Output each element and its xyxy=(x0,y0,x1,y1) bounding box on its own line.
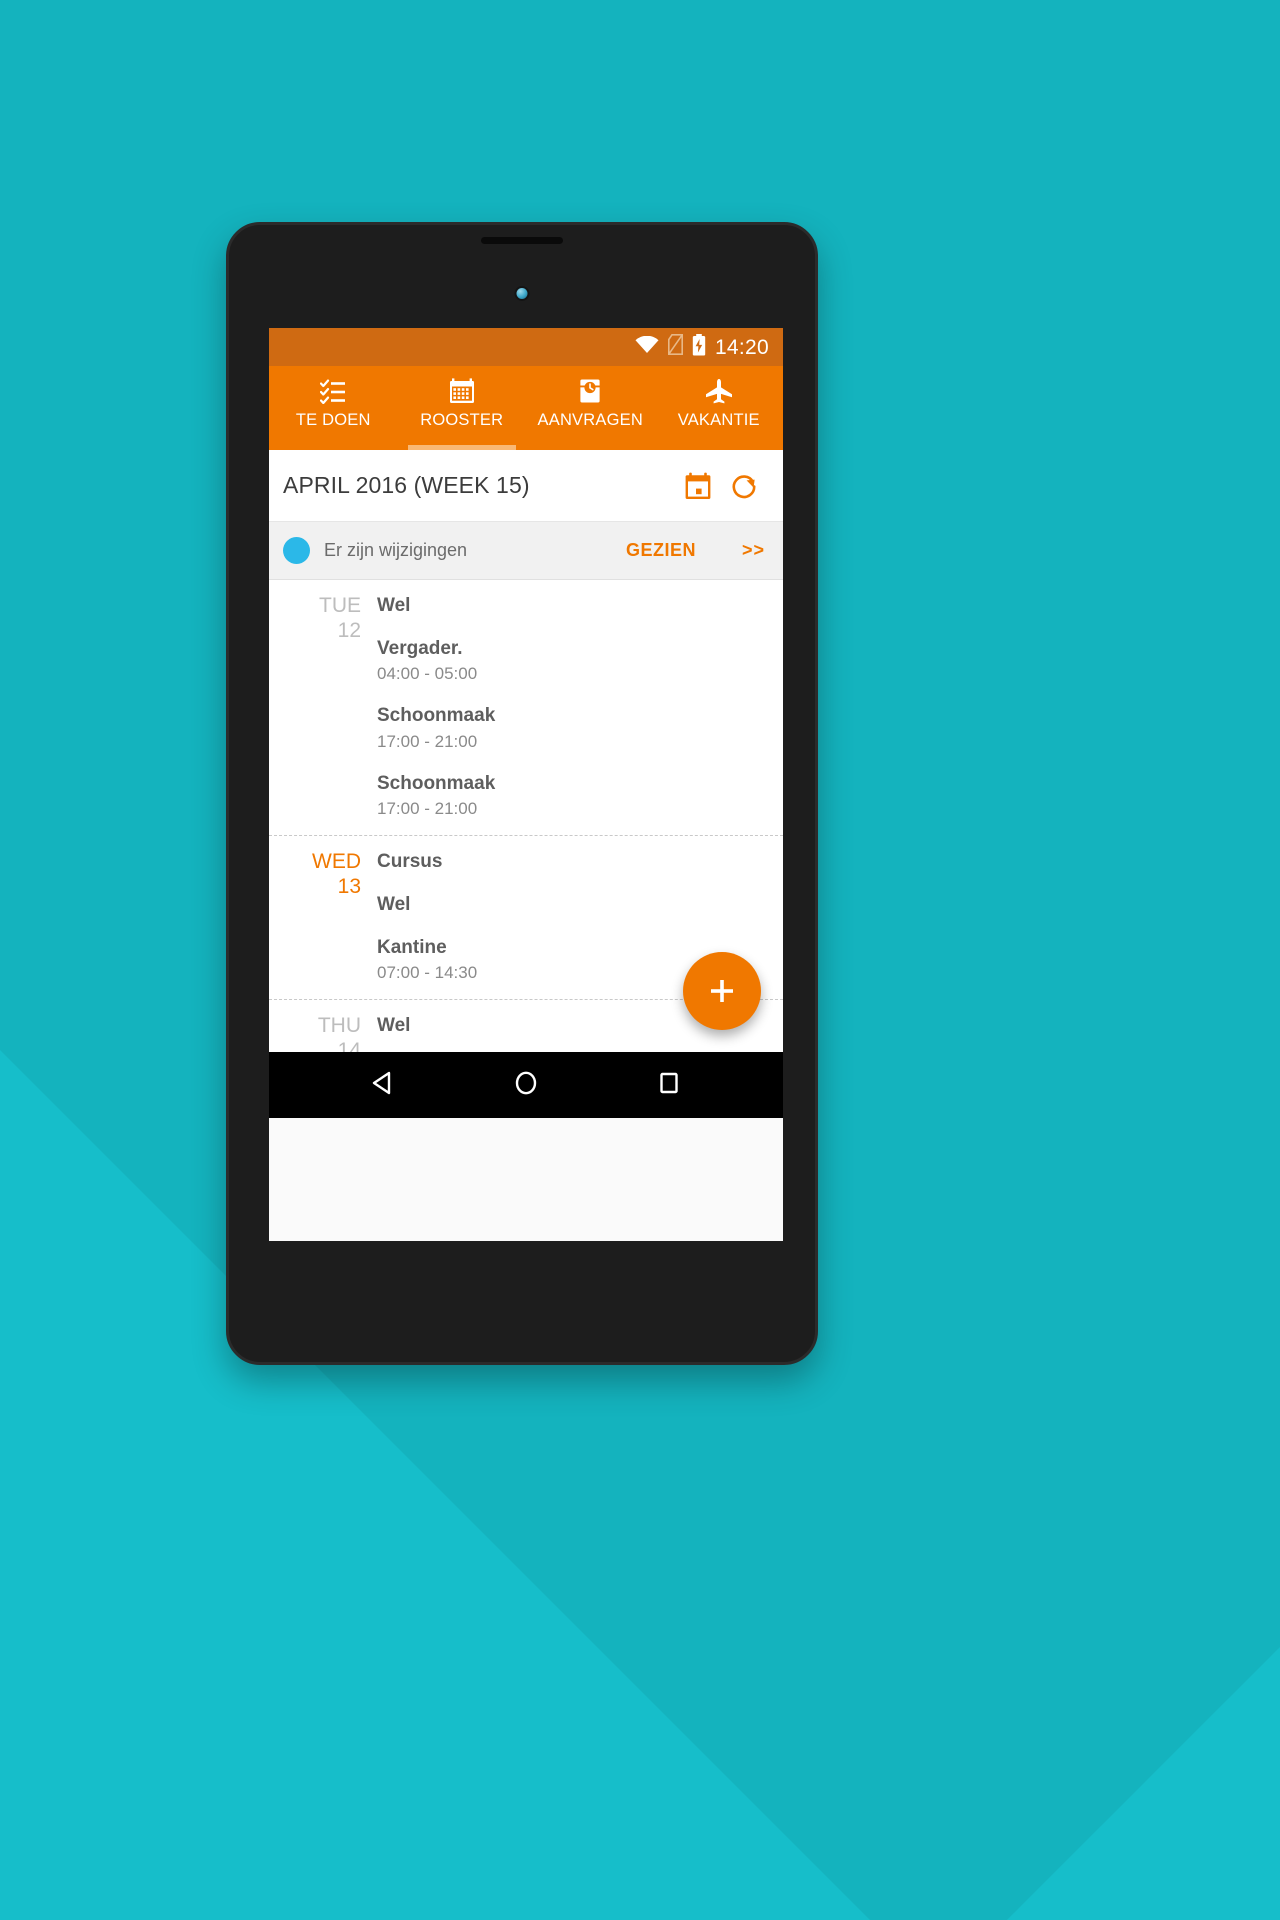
show-more-button[interactable]: >> xyxy=(742,540,765,561)
day-number: 12 xyxy=(337,618,361,642)
schedule-event[interactable]: Wel xyxy=(377,594,769,619)
changes-notification-bar[interactable]: Er zijn wijzigingen GEZIEN >> xyxy=(269,522,783,580)
home-circle-icon[interactable] xyxy=(511,1068,541,1103)
events-column: Wel Vergader. 04:00 - 05:00 Schoonmaak 1… xyxy=(377,594,783,823)
event-time: 17:00 - 21:00 xyxy=(377,731,478,751)
device-screen: 14:20 TE DOEN ROOSTER AANVRAGEN VAKANTIE… xyxy=(269,328,783,1241)
day-name: WED xyxy=(312,850,361,874)
day-name: THU xyxy=(317,1014,361,1037)
event-title: Schoonmaak xyxy=(377,705,496,727)
calendar-picker-icon[interactable] xyxy=(675,463,721,509)
calendar-icon xyxy=(449,376,475,406)
refresh-icon[interactable] xyxy=(721,463,767,509)
tab-te-doen[interactable]: TE DOEN xyxy=(269,366,398,450)
tab-label: TE DOEN xyxy=(295,411,371,429)
android-navigation-bar xyxy=(269,1052,783,1118)
day-number: 14 xyxy=(337,1038,361,1052)
schedule-list[interactable]: TUE 12 Wel Vergader. 04:00 - 05:00 Schoo… xyxy=(269,580,783,1052)
status-bar-clock: 14:20 xyxy=(714,335,769,359)
tab-bar: TE DOEN ROOSTER AANVRAGEN VAKANTIE xyxy=(269,366,783,450)
event-title: Schoonmaak xyxy=(377,772,496,794)
wifi-icon xyxy=(635,335,659,359)
front-camera-icon xyxy=(516,288,528,299)
checklist-icon xyxy=(320,376,346,406)
event-time: 04:00 - 05:00 xyxy=(377,664,478,684)
add-button[interactable] xyxy=(683,952,761,1030)
event-title: Vergader. xyxy=(377,637,463,659)
day-column: WED 13 xyxy=(269,850,377,987)
event-title: Cursus xyxy=(377,851,443,873)
day-number: 13 xyxy=(337,874,361,898)
page-title: APRIL 2016 (WEEK 15) xyxy=(283,472,530,498)
tab-label: ROOSTER xyxy=(420,411,504,429)
day-column: THU 14 xyxy=(269,1014,377,1052)
tab-label: VAKANTIE xyxy=(677,411,760,429)
tab-aanvragen[interactable]: AANVRAGEN xyxy=(526,366,655,450)
tab-label: AANVRAGEN xyxy=(537,411,643,429)
request-clock-icon xyxy=(577,376,603,406)
event-title: Wel xyxy=(377,595,411,616)
tab-rooster[interactable]: ROOSTER xyxy=(398,366,527,450)
schedule-event[interactable]: Wel xyxy=(377,893,769,918)
event-time: 17:00 - 21:00 xyxy=(377,799,478,819)
sim-card-off-icon xyxy=(667,334,683,360)
tab-vakantie[interactable]: VAKANTIE xyxy=(655,366,784,450)
plus-icon xyxy=(711,980,733,1002)
day-column: TUE 12 xyxy=(269,594,377,823)
event-title: Wel xyxy=(377,893,411,915)
back-triangle-icon[interactable] xyxy=(368,1068,398,1103)
day-name: TUE xyxy=(319,594,361,617)
mark-seen-button[interactable]: GEZIEN xyxy=(626,540,696,561)
earpiece-speaker xyxy=(481,237,563,244)
month-header: APRIL 2016 (WEEK 15) xyxy=(269,450,783,522)
schedule-event[interactable]: Vergader. 04:00 - 05:00 xyxy=(377,637,769,686)
schedule-event[interactable]: Cursus xyxy=(377,850,769,875)
notification-message: Er zijn wijzigingen xyxy=(324,540,468,560)
tablet-device-frame: 14:20 TE DOEN ROOSTER AANVRAGEN VAKANTIE… xyxy=(226,222,818,1365)
recents-square-icon[interactable] xyxy=(654,1068,684,1103)
airplane-icon xyxy=(705,376,733,406)
schedule-event[interactable]: Schoonmaak 17:00 - 21:00 xyxy=(377,772,769,821)
battery-charging-icon xyxy=(692,333,706,361)
notification-dot-icon xyxy=(283,537,310,564)
status-bar: 14:20 xyxy=(269,328,783,366)
schedule-day-row[interactable]: TUE 12 Wel Vergader. 04:00 - 05:00 Schoo… xyxy=(269,580,783,837)
schedule-event[interactable]: Schoonmaak 17:00 - 21:00 xyxy=(377,704,769,753)
